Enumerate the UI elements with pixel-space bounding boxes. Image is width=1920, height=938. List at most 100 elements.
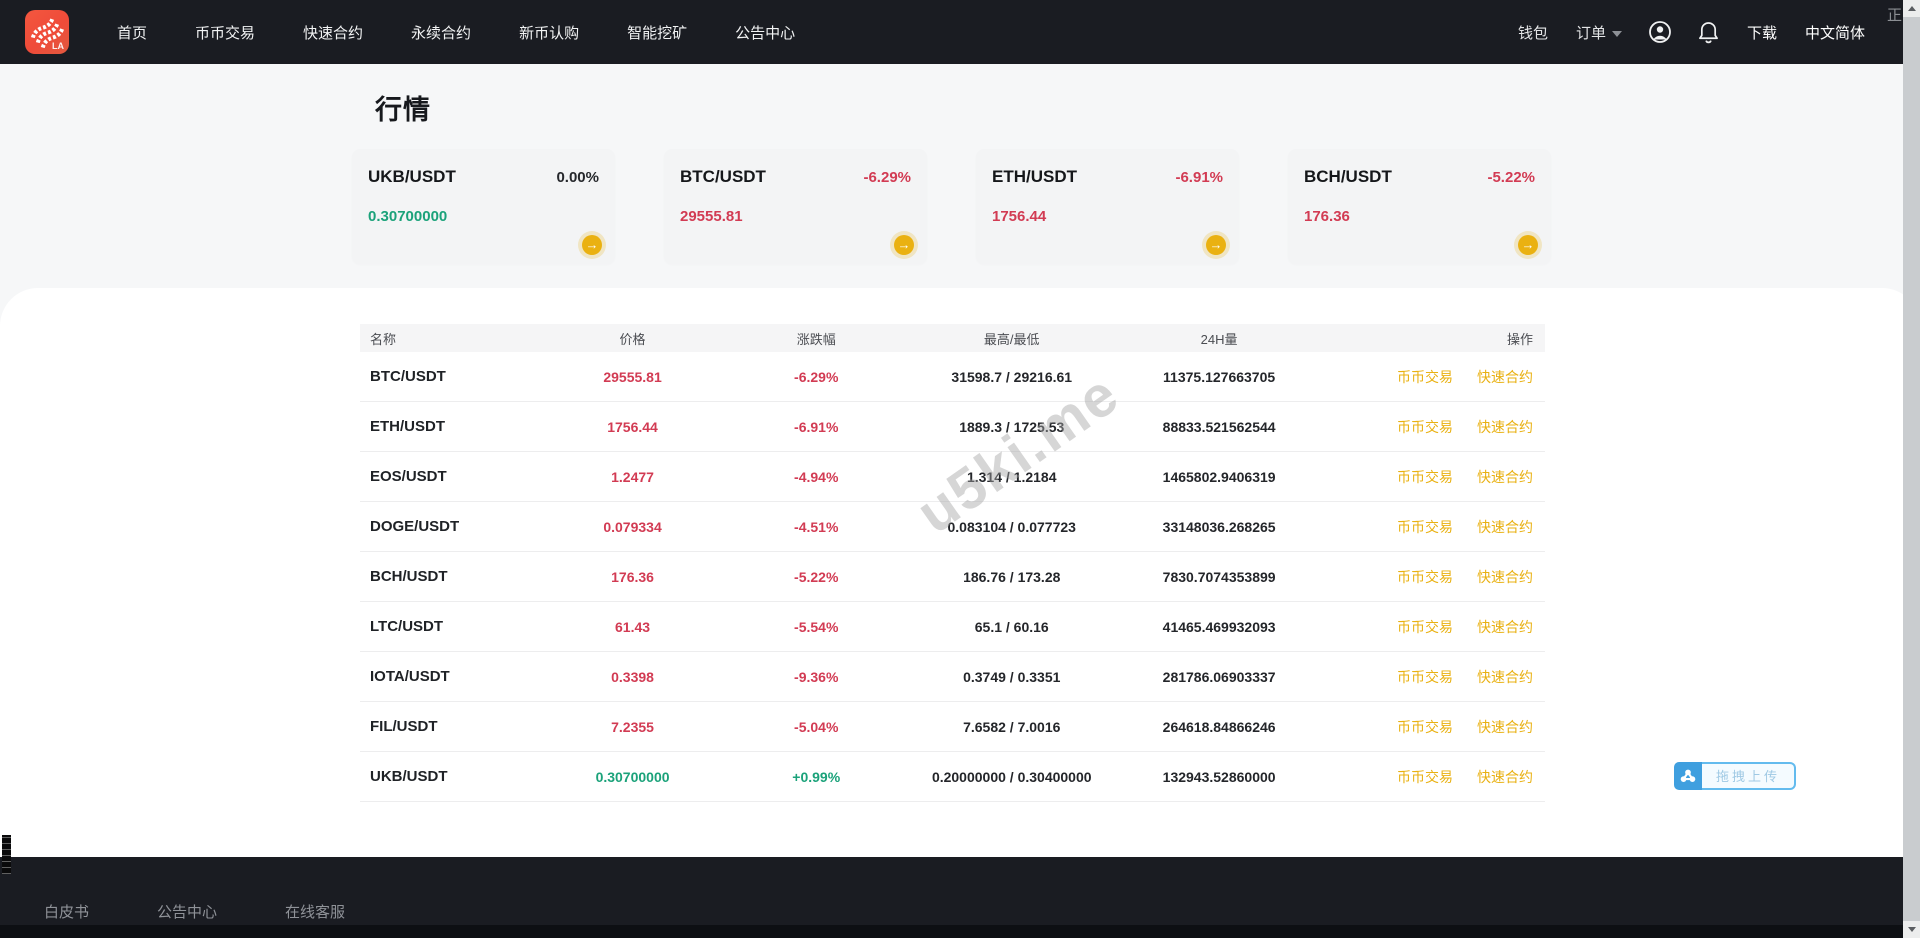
spot-trade-link[interactable]: 币币交易 — [1397, 419, 1453, 435]
pair-high-low: 7.6582 / 7.0016 — [905, 719, 1118, 735]
side-toolbar-handle[interactable] — [0, 831, 13, 878]
fast-contract-link[interactable]: 快速合约 — [1477, 669, 1533, 685]
page-scrollbar[interactable] — [1903, 0, 1920, 938]
profile-button[interactable] — [1648, 20, 1672, 44]
drag-upload-widget[interactable]: 拖拽上传 — [1674, 762, 1796, 790]
pair-change: -6.91% — [727, 419, 905, 435]
card-change-value: -5.22% — [1487, 169, 1535, 186]
spot-trade-link[interactable]: 币币交易 — [1397, 519, 1453, 535]
table-row-eos: EOS/USDT 1.2477 -4.94% 1.314 / 1.2184 14… — [360, 452, 1545, 502]
pair-change: -5.54% — [727, 619, 905, 635]
nav-item-home[interactable]: 首页 — [117, 22, 147, 43]
fast-contract-link[interactable]: 快速合约 — [1477, 569, 1533, 585]
spot-trade-link[interactable]: 币币交易 — [1397, 569, 1453, 585]
pair-change: -6.29% — [727, 369, 905, 385]
nav-item-new-coin[interactable]: 新币认购 — [519, 22, 579, 43]
nav-item-perpetual[interactable]: 永续合约 — [411, 22, 471, 43]
pair-volume: 264618.84866246 — [1118, 719, 1319, 735]
user-icon — [1648, 20, 1672, 44]
footer-link-whitepaper[interactable]: 白皮书 — [44, 901, 89, 922]
fast-contract-link[interactable]: 快速合约 — [1477, 719, 1533, 735]
pair-name: EOS/USDT — [360, 468, 538, 485]
pair-price: 0.079334 — [538, 519, 728, 535]
card-go-button[interactable]: → — [894, 235, 914, 255]
spot-trade-link[interactable]: 币币交易 — [1397, 669, 1453, 685]
col-price: 价格 — [538, 329, 728, 348]
col-actions: 操作 — [1320, 329, 1545, 348]
orders-link[interactable]: 订单 — [1576, 22, 1622, 43]
spot-trade-link[interactable]: 币币交易 — [1397, 469, 1453, 485]
language-selector[interactable]: 中文简体 — [1805, 22, 1865, 43]
pair-price: 7.2355 — [538, 719, 728, 735]
pair-name: DOGE/USDT — [360, 518, 538, 535]
pair-name: BCH/USDT — [360, 568, 538, 585]
card-pair-label: UKB/USDT — [368, 167, 456, 187]
fast-contract-link[interactable]: 快速合约 — [1477, 619, 1533, 635]
scroll-up-button[interactable] — [1903, 0, 1920, 17]
card-go-button[interactable]: → — [1206, 235, 1226, 255]
pair-name: FIL/USDT — [360, 718, 538, 735]
pair-high-low: 0.083104 / 0.077723 — [905, 519, 1118, 535]
notifications-button[interactable] — [1698, 21, 1719, 44]
pair-change: -4.94% — [727, 469, 905, 485]
chevron-down-icon — [1612, 31, 1622, 37]
pair-volume: 281786.06903337 — [1118, 669, 1319, 685]
pair-high-low: 1.314 / 1.2184 — [905, 469, 1118, 485]
card-go-button[interactable]: → — [1518, 235, 1538, 255]
pair-change: -5.04% — [727, 719, 905, 735]
market-card-bch[interactable]: BCH/USDT -5.22% 176.36 → — [1288, 149, 1551, 264]
download-link[interactable]: 下载 — [1747, 22, 1777, 43]
fast-contract-link[interactable]: 快速合约 — [1477, 519, 1533, 535]
fast-contract-link[interactable]: 快速合约 — [1477, 369, 1533, 385]
nav-item-mining[interactable]: 智能挖矿 — [627, 22, 687, 43]
fast-contract-link[interactable]: 快速合约 — [1477, 769, 1533, 785]
footer-link-support[interactable]: 在线客服 — [285, 901, 345, 922]
table-row-iota: IOTA/USDT 0.3398 -9.36% 0.3749 / 0.3351 … — [360, 652, 1545, 702]
pair-price: 0.3398 — [538, 669, 728, 685]
scroll-down-button[interactable] — [1903, 921, 1920, 938]
pair-change: +0.99% — [727, 769, 905, 785]
market-card-btc[interactable]: BTC/USDT -6.29% 29555.81 → — [664, 149, 927, 264]
card-pair-label: BCH/USDT — [1304, 167, 1392, 187]
pair-price: 1.2477 — [538, 469, 728, 485]
nav-item-fast-contract[interactable]: 快速合约 — [303, 22, 363, 43]
card-price-value: 176.36 — [1304, 208, 1535, 225]
spot-trade-link[interactable]: 币币交易 — [1397, 619, 1453, 635]
card-go-button[interactable]: → — [582, 235, 602, 255]
nav-item-spot-trade[interactable]: 币币交易 — [195, 22, 255, 43]
bell-icon — [1698, 21, 1719, 44]
pair-price: 0.30700000 — [538, 769, 728, 785]
brand-logo[interactable]: LA — [25, 10, 69, 54]
spot-trade-link[interactable]: 币币交易 — [1397, 369, 1453, 385]
table-row-eth: ETH/USDT 1756.44 -6.91% 1889.3 / 1725.53… — [360, 402, 1545, 452]
wallet-link[interactable]: 钱包 — [1518, 22, 1548, 43]
clipped-status-text: 正 — [1887, 4, 1902, 25]
pair-name: IOTA/USDT — [360, 668, 538, 685]
card-change-value: 0.00% — [556, 169, 599, 186]
triangle-down-icon — [1908, 927, 1916, 932]
navbar-right: 钱包 订单 下载 中文简体 — [1518, 20, 1865, 44]
fast-contract-link[interactable]: 快速合约 — [1477, 419, 1533, 435]
pair-volume: 7830.7074353899 — [1118, 569, 1319, 585]
pair-high-low: 0.20000000 / 0.30400000 — [905, 769, 1118, 785]
table-row-ukb: UKB/USDT 0.30700000 +0.99% 0.20000000 / … — [360, 752, 1545, 802]
pair-change: -5.22% — [727, 569, 905, 585]
card-pair-label: ETH/USDT — [992, 167, 1077, 187]
page: LA 首页 币币交易 快速合约 永续合约 新币认购 智能挖矿 公告中心 钱包 订… — [0, 0, 1920, 938]
drag-upload-label[interactable]: 拖拽上传 — [1702, 762, 1796, 790]
pair-high-low: 186.76 / 173.28 — [905, 569, 1118, 585]
market-card-eth[interactable]: ETH/USDT -6.91% 1756.44 → — [976, 149, 1239, 264]
pair-volume: 41465.469932093 — [1118, 619, 1319, 635]
fast-contract-link[interactable]: 快速合约 — [1477, 469, 1533, 485]
footer-bottom-strip — [0, 925, 1920, 938]
nav-item-announcements[interactable]: 公告中心 — [735, 22, 795, 43]
market-cards: UKB/USDT 0.00% 0.30700000 → BTC/USDT -6.… — [352, 149, 1600, 264]
footer-link-announcements[interactable]: 公告中心 — [157, 901, 217, 922]
table-row-ltc: LTC/USDT 61.43 -5.54% 65.1 / 60.16 41465… — [360, 602, 1545, 652]
spot-trade-link[interactable]: 币币交易 — [1397, 769, 1453, 785]
pair-price: 29555.81 — [538, 369, 728, 385]
pair-price: 1756.44 — [538, 419, 728, 435]
spot-trade-link[interactable]: 币币交易 — [1397, 719, 1453, 735]
market-card-ukb[interactable]: UKB/USDT 0.00% 0.30700000 → — [352, 149, 615, 264]
pair-volume: 11375.127663705 — [1118, 369, 1319, 385]
